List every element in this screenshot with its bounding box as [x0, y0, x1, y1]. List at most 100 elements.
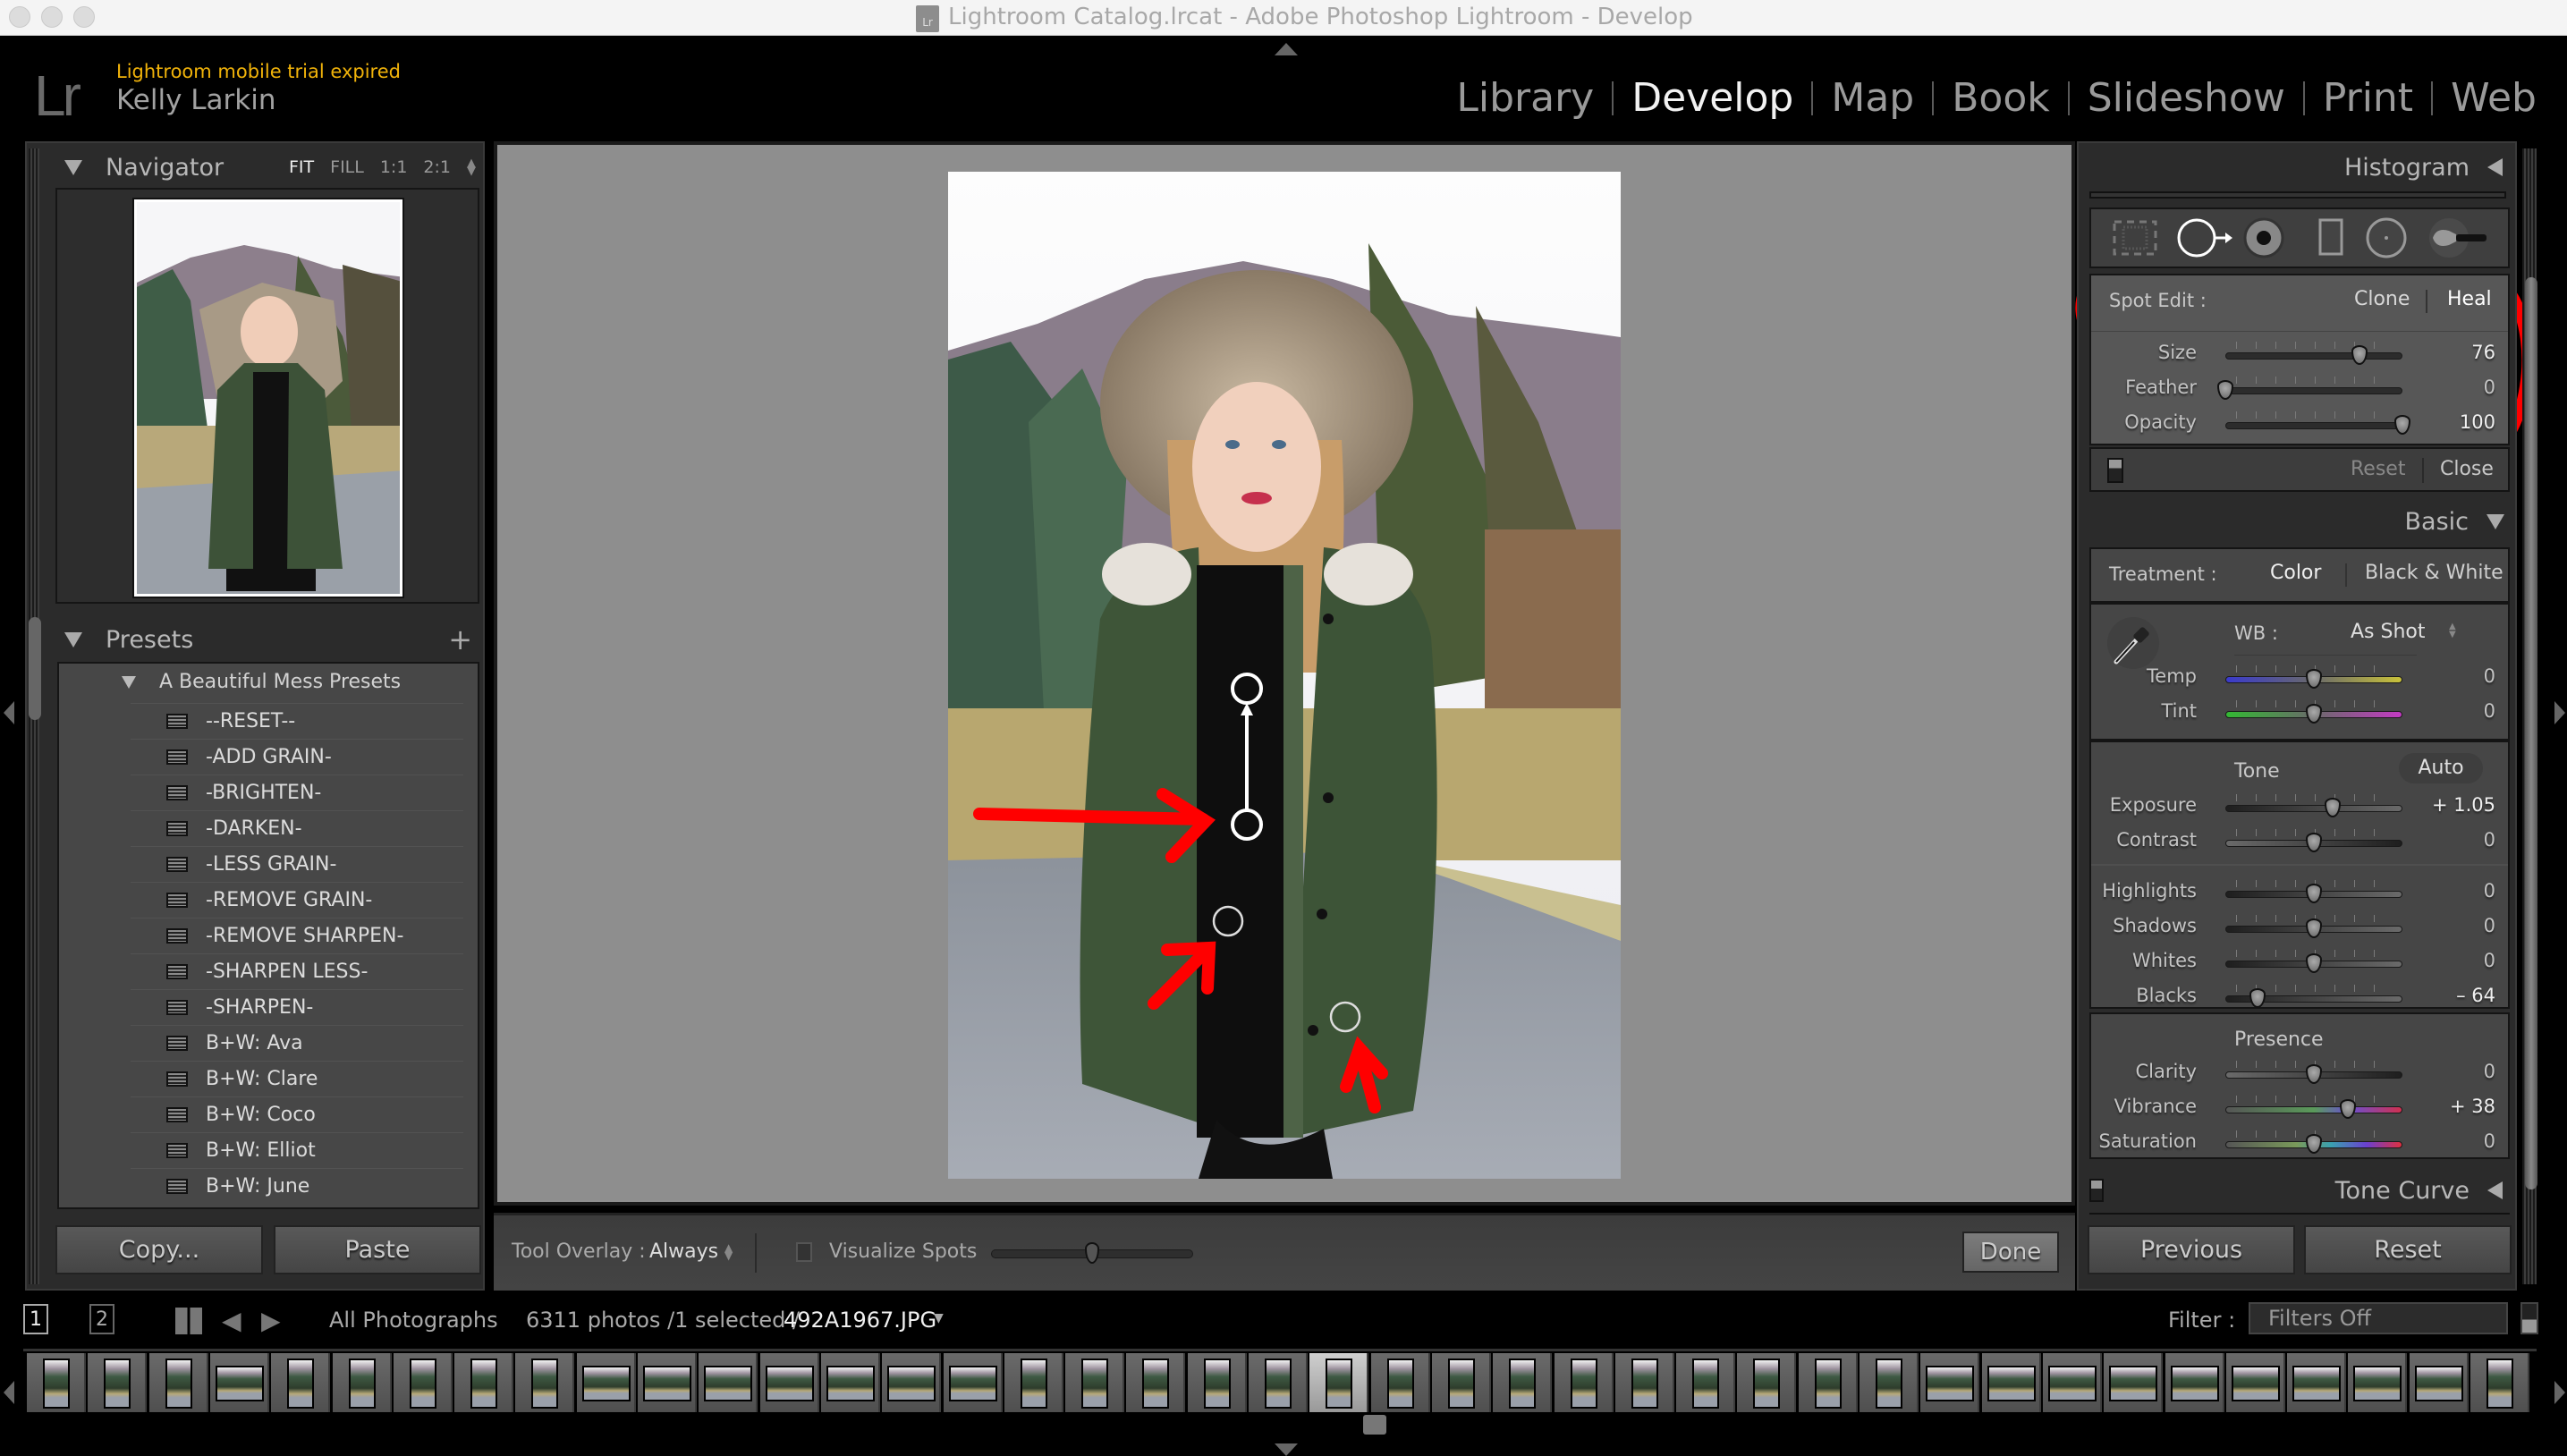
slider-value[interactable]: 0	[2484, 829, 2495, 851]
filmstrip-thumbnail[interactable]	[1004, 1353, 1063, 1412]
slider-saturation[interactable]: Saturation 0	[2091, 1127, 2508, 1159]
filmstrip-thumbnail[interactable]	[2225, 1353, 2285, 1412]
preset-folder[interactable]: A Beautiful Mess Presets	[122, 671, 401, 693]
slider-opacity[interactable]: Opacity 100	[2091, 408, 2508, 440]
slider-shadows[interactable]: Shadows 0	[2091, 911, 2508, 944]
zoom-stepper-icon[interactable]: ▲ ▼	[467, 157, 476, 177]
slider-track[interactable]	[2225, 1106, 2402, 1113]
filmstrip-thumbnail[interactable]	[2470, 1353, 2529, 1412]
graduated-filter-icon[interactable]	[2318, 218, 2343, 256]
heal-mode-button[interactable]: Heal	[2447, 288, 2492, 310]
slider-contrast[interactable]: Contrast 0	[2091, 825, 2508, 858]
slider-track[interactable]	[2225, 805, 2402, 812]
slider-thumb[interactable]	[2306, 1134, 2322, 1154]
close-window-button[interactable]	[9, 6, 30, 28]
slider-value[interactable]: – 64	[2456, 985, 2495, 1006]
zoom-2-1[interactable]: 2:1	[423, 157, 451, 177]
adjustment-brush-icon[interactable]	[2429, 218, 2487, 258]
spot-close-button[interactable]: Close	[2440, 458, 2494, 480]
filter-lock-switch[interactable]	[2520, 1302, 2538, 1334]
slider-thumb[interactable]	[2306, 833, 2322, 852]
slider-value[interactable]: 76	[2471, 342, 2495, 363]
slider-value[interactable]: 0	[2484, 1130, 2495, 1152]
slider-blacks[interactable]: Blacks – 64	[2091, 981, 2508, 1013]
slider-highlights[interactable]: Highlights 0	[2091, 876, 2508, 909]
filmstrip-thumbnail[interactable]	[1860, 1353, 1919, 1412]
tool-enable-switch[interactable]	[2107, 458, 2123, 483]
filmstrip-thumbnail[interactable]	[332, 1353, 392, 1412]
trial-notice[interactable]: Lightroom mobile trial expired	[116, 61, 401, 82]
right-panel-scroll-thumb[interactable]	[2525, 277, 2537, 1189]
filmstrip-thumbnail[interactable]	[1493, 1353, 1553, 1412]
slider-thumb[interactable]	[2306, 669, 2322, 689]
filmstrip-thumbnail[interactable]	[454, 1353, 514, 1412]
navigator-preview-photo[interactable]	[132, 198, 404, 598]
preset-item[interactable]: -BRIGHTEN-	[131, 775, 463, 810]
histogram-header[interactable]: Histogram	[2089, 145, 2510, 190]
crop-overlay-icon[interactable]	[2113, 220, 2157, 256]
preset-item[interactable]: -DARKEN-	[131, 810, 463, 846]
plus-icon[interactable]: +	[448, 622, 472, 656]
slider-thumb[interactable]	[2306, 884, 2322, 903]
module-book[interactable]: Book	[1934, 75, 2068, 121]
filmstrip-thumbnail[interactable]	[943, 1353, 1003, 1412]
slider-value[interactable]: 0	[2484, 915, 2495, 936]
treatment-color-button[interactable]: Color	[2270, 562, 2321, 584]
filmstrip-thumbnail[interactable]	[1431, 1353, 1491, 1412]
filmstrip-thumbnail[interactable]	[638, 1353, 697, 1412]
clone-mode-button[interactable]: Clone	[2354, 288, 2410, 310]
module-map[interactable]: Map	[1813, 75, 1932, 121]
wb-select[interactable]: As Shot	[2351, 621, 2426, 643]
module-develop[interactable]: Develop	[1614, 75, 1811, 121]
treatment-bw-button[interactable]: Black & White	[2365, 562, 2503, 584]
slider-thumb[interactable]	[2217, 380, 2233, 400]
slider-track[interactable]	[2225, 422, 2402, 429]
left-panel-toggle-icon[interactable]	[4, 701, 14, 724]
slider-value[interactable]: 0	[2484, 950, 2495, 971]
paste-button[interactable]: Paste	[274, 1225, 481, 1274]
preset-item[interactable]: B+W: Elliot	[131, 1132, 463, 1168]
slider-clarity[interactable]: Clarity 0	[2091, 1057, 2508, 1089]
slider-thumb[interactable]	[2306, 704, 2322, 724]
visualize-spots-slider-thumb[interactable]	[1085, 1242, 1099, 1264]
filmstrip-thumbnail[interactable]	[27, 1353, 86, 1412]
filmstrip-thumbnail[interactable]	[2165, 1353, 2224, 1412]
forward-arrow-icon[interactable]: ▶	[261, 1306, 281, 1335]
filmstrip-thumbnail[interactable]	[1370, 1353, 1430, 1412]
preset-item[interactable]: -LESS GRAIN-	[131, 846, 463, 882]
filmstrip-thumbnail[interactable]	[2104, 1353, 2164, 1412]
zoom-fill[interactable]: FILL	[330, 157, 364, 177]
previous-button[interactable]: Previous	[2088, 1225, 2295, 1274]
tool-overlay-select[interactable]: Always	[649, 1240, 718, 1263]
filmstrip-thumbnail[interactable]	[1065, 1353, 1125, 1412]
basic-header[interactable]: Basic	[2089, 499, 2510, 544]
slider-value[interactable]: 0	[2484, 700, 2495, 722]
filter-select[interactable]: Filters Off	[2249, 1302, 2508, 1334]
tone-curve-header[interactable]: Tone Curve	[2089, 1168, 2510, 1213]
filmstrip-thumbnail[interactable]	[882, 1353, 942, 1412]
filmstrip-thumbnail[interactable]	[148, 1353, 208, 1412]
filmstrip-thumbnail[interactable]	[1920, 1353, 1980, 1412]
slider-thumb[interactable]	[2249, 988, 2266, 1008]
main-photo[interactable]	[948, 172, 1621, 1179]
filmstrip-thumbnail[interactable]	[271, 1353, 331, 1412]
module-web[interactable]: Web	[2433, 75, 2554, 121]
slider-value[interactable]: 0	[2484, 1061, 2495, 1082]
filmstrip-thumbnail[interactable]	[1981, 1353, 2041, 1412]
grid-view-icon[interactable]	[175, 1308, 202, 1334]
slider-exposure[interactable]: Exposure + 1.05	[2091, 791, 2508, 823]
minimize-window-button[interactable]	[41, 6, 63, 28]
bottom-panel-toggle-icon[interactable]	[1275, 1443, 1298, 1456]
source-label[interactable]: All Photographs	[329, 1308, 498, 1333]
slider-track[interactable]	[2225, 387, 2402, 394]
preset-item[interactable]: B+W: June	[131, 1168, 463, 1204]
slider-value[interactable]: + 1.05	[2432, 794, 2495, 816]
filename-menu-icon[interactable]: ▼	[934, 1311, 944, 1325]
done-button[interactable]: Done	[1962, 1232, 2059, 1273]
preset-item[interactable]: -REMOVE SHARPEN-	[131, 918, 463, 953]
preset-item[interactable]: B+W: Clare	[131, 1061, 463, 1096]
zoom-1-1[interactable]: 1:1	[380, 157, 408, 177]
slider-value[interactable]: 100	[2460, 411, 2495, 433]
slider-whites[interactable]: Whites 0	[2091, 946, 2508, 978]
filmstrip-thumbnail[interactable]	[88, 1353, 148, 1412]
